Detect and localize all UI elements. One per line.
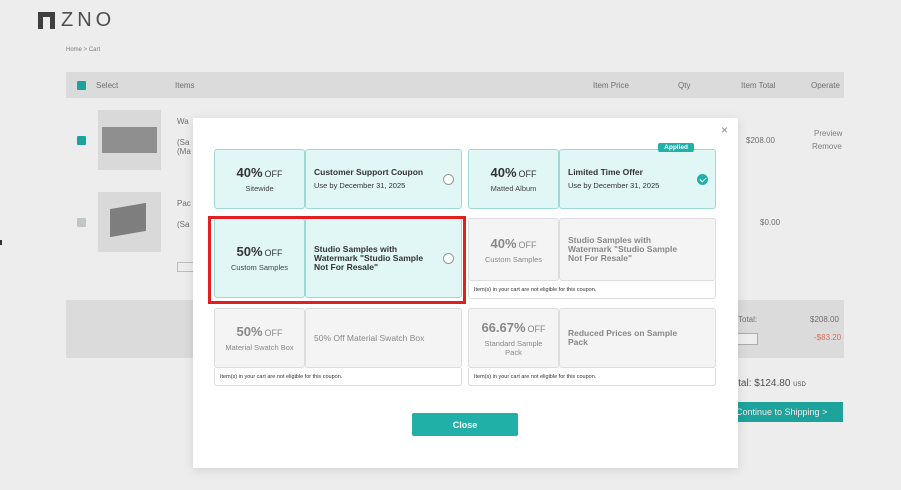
coupon-card-disabled: 66.67% OFF Standard Sample Pack Reduced P… xyxy=(468,308,716,368)
coupon-percent: 40% xyxy=(490,165,517,180)
coupon-off: OFF xyxy=(527,323,546,334)
coupon-ineligible-note: Item(s) in your cart are not eligible fo… xyxy=(468,281,716,299)
coupon-ineligible-note: Item(s) in your cart are not eligible fo… xyxy=(468,368,716,386)
coupon-card[interactable]: 40% OFF Matted Album Limited Time Offer U… xyxy=(468,143,716,209)
coupon-name: Customer Support Coupon xyxy=(314,167,424,177)
coupon-ineligible-note: Item(s) in your cart are not eligible fo… xyxy=(214,368,462,386)
coupon-card-disabled: 50% OFF Material Swatch Box 50% Off Mater… xyxy=(214,308,462,368)
coupon-discount: 50% OFF Custom Samples xyxy=(214,218,305,298)
coupon-name: Limited Time Offer xyxy=(568,167,643,177)
coupon-scope: Material Swatch Box xyxy=(225,343,294,352)
coupon-off: OFF xyxy=(264,169,283,179)
close-button[interactable]: Close xyxy=(412,413,518,436)
coupon-discount: 40% OFF Matted Album xyxy=(468,149,559,209)
coupon-details: Customer Support Coupon Use by December … xyxy=(305,149,462,209)
coupon-card[interactable]: 50% OFF Custom Samples Studio Samples wit… xyxy=(214,218,462,298)
applied-badge: Applied xyxy=(658,143,694,152)
coupon-off: OFF xyxy=(518,239,537,250)
coupon-scope: Matted Album xyxy=(490,184,537,193)
coupon-scope: Sitewide xyxy=(245,184,274,193)
coupon-details: Reduced Prices on Sample Pack xyxy=(559,308,716,368)
coupon-name: 50% Off Material Swatch Box xyxy=(314,332,425,343)
coupon-discount: 40% OFF Sitewide xyxy=(214,149,305,209)
coupon-expiry: Use by December 31, 2025 xyxy=(314,181,406,190)
edge-mark xyxy=(0,240,2,245)
coupon-off: OFF xyxy=(264,328,283,338)
coupon-percent: 50% xyxy=(236,244,263,259)
coupon-percent: 50% xyxy=(236,324,263,339)
coupon-scope: Standard Sample Pack xyxy=(484,338,543,357)
coupon-discount: 40% OFF Custom Samples xyxy=(468,218,559,281)
coupon-details: Studio Samples with Watermark "Studio Sa… xyxy=(559,218,716,281)
coupon-card-disabled: 40% OFF Custom Samples Studio Samples wit… xyxy=(468,218,716,281)
coupon-details: Studio Samples with Watermark "Studio Sa… xyxy=(305,218,462,298)
coupon-radio-checked[interactable] xyxy=(697,174,708,185)
coupon-details: Limited Time Offer Use by December 31, 2… xyxy=(559,149,716,209)
coupon-off: OFF xyxy=(518,169,537,179)
coupon-off: OFF xyxy=(264,248,283,258)
coupon-name: Reduced Prices on Sample Pack xyxy=(568,328,678,347)
coupon-card[interactable]: 40% OFF Sitewide Customer Support Coupon … xyxy=(214,149,462,209)
coupon-percent: 40% xyxy=(236,165,263,180)
coupon-name: Studio Samples with Watermark "Studio Sa… xyxy=(314,243,424,272)
coupon-discount: 66.67% OFF Standard Sample Pack xyxy=(468,308,559,368)
coupon-radio[interactable] xyxy=(443,174,454,185)
coupon-scope: Custom Samples xyxy=(484,254,543,264)
coupon-percent: 40% xyxy=(490,235,517,251)
coupon-percent: 66.67% xyxy=(481,319,526,335)
coupon-scope: Custom Samples xyxy=(230,263,289,272)
coupon-details: 50% Off Material Swatch Box xyxy=(305,308,462,368)
coupon-radio[interactable] xyxy=(443,253,454,264)
close-icon[interactable]: × xyxy=(721,124,728,136)
coupon-discount: 50% OFF Material Swatch Box xyxy=(214,308,305,368)
coupon-name: Studio Samples with Watermark "Studio Sa… xyxy=(568,235,678,263)
coupon-expiry: Use by December 31, 2025 xyxy=(568,181,660,190)
